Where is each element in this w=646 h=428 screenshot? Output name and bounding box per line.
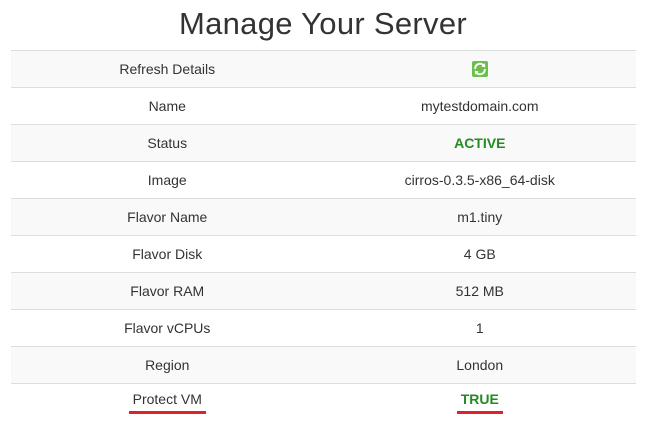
row-label-name: Name [11,87,324,125]
row-label-region: Region [11,346,324,384]
row-value-flavor-disk: 4 GB [323,235,636,273]
status-badge: ACTIVE [323,124,636,162]
row-value-flavor-name: m1.tiny [323,198,636,236]
row-label-flavor-disk: Flavor Disk [11,235,324,273]
table-row: Protect VM TRUE [11,383,636,420]
refresh-cell [323,50,636,88]
refresh-label: Refresh Details [11,50,324,88]
row-value-image: cirros-0.3.5-x86_64-disk [323,161,636,199]
row-value-flavor-ram: 512 MB [323,272,636,310]
table-row: Image cirros-0.3.5-x86_64-disk [11,161,636,199]
table-row-refresh: Refresh Details [11,50,636,88]
row-value-flavor-vcpus: 1 [323,309,636,347]
server-details-table: Refresh Details Name mytestdomain.com St… [11,50,636,420]
table-row: Flavor Disk 4 GB [11,235,636,273]
row-label-status: Status [11,124,324,162]
row-label-flavor-vcpus: Flavor vCPUs [11,309,324,347]
row-label-image: Image [11,161,324,199]
row-label-flavor-name: Flavor Name [11,198,324,236]
row-value-name: mytestdomain.com [323,87,636,125]
protect-vm-value: TRUE [456,390,503,414]
protect-vm-label: Protect VM [128,390,206,414]
page-title: Manage Your Server [178,6,468,41]
manage-server-page: Manage Your Server Refresh Details Name … [0,0,646,428]
table-row: Flavor RAM 512 MB [11,272,636,310]
table-row: Status ACTIVE [11,124,636,162]
refresh-icon[interactable] [471,60,489,78]
table-row: Flavor Name m1.tiny [11,198,636,236]
row-label-protect-vm-cell: Protect VM [11,383,324,420]
table-row: Flavor vCPUs 1 [11,309,636,347]
row-label-flavor-ram: Flavor RAM [11,272,324,310]
protect-vm-value-cell: TRUE [323,383,636,420]
table-row: Region London [11,346,636,384]
table-row: Name mytestdomain.com [11,87,636,125]
row-value-region: London [323,346,636,384]
